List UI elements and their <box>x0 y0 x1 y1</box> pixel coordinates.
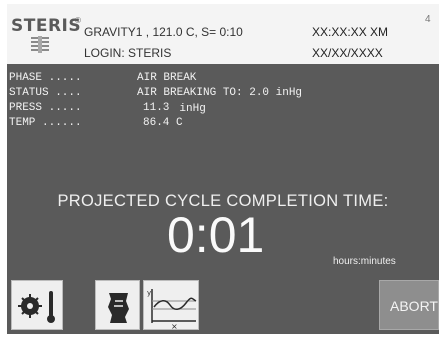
status-row: STATUS .... AIR BREAKING TO: 2.0 inHg <box>9 86 302 101</box>
phase-row: PHASE ..... AIR BREAK <box>9 71 196 86</box>
press-unit: inHg <box>179 103 206 115</box>
phase-value: AIR BREAK <box>137 72 197 84</box>
time-units: hours:minutes <box>333 256 396 267</box>
svg-text:y: y <box>147 289 151 297</box>
completion-time: 0:01 <box>167 207 265 263</box>
press-label: PRESS ..... <box>9 102 82 114</box>
brand-name: STERIS <box>11 16 82 36</box>
brand-mark: ® <box>75 16 81 25</box>
current-date: XX/XX/XXXX <box>312 46 383 60</box>
abort-label: ABORT <box>390 298 438 314</box>
cycle-info: GRAVITY1 , 121.0 C, S= 0:10 <box>84 25 243 39</box>
ghost-text <box>317 14 321 24</box>
corner-indicator: 4 <box>425 14 431 25</box>
header-bar: STERIS ® GRAVITY1 , 121.0 C, S= 0:10 LOG… <box>7 4 439 64</box>
document-button[interactable] <box>95 280 140 330</box>
phase-label: PHASE ..... <box>9 72 82 84</box>
abort-button[interactable]: ABORT <box>379 280 439 330</box>
temperature-button[interactable] <box>11 280 63 330</box>
current-time: XX:XX:XX XM <box>312 25 389 39</box>
press-value: 11.3 <box>143 102 170 114</box>
graph-button[interactable]: y × <box>143 280 199 331</box>
login-info: LOGIN: STERIS <box>84 46 172 60</box>
press-row: PRESS ..... 11.3 inHg <box>9 101 206 116</box>
temp-value: 86.4 C <box>143 117 183 129</box>
status-value: AIR BREAKING TO: 2.0 inHg <box>137 87 303 99</box>
svg-text:×: × <box>171 322 178 331</box>
sterilizer-display: STERIS ® GRAVITY1 , 121.0 C, S= 0:10 LOG… <box>7 4 439 334</box>
steris-logo: STERIS ® <box>11 16 81 60</box>
temp-label: TEMP ...... <box>9 117 82 129</box>
graph-icon: y × <box>147 289 197 331</box>
document-icon <box>108 293 129 323</box>
temperature-icon <box>18 291 55 323</box>
steris-emblem-icon <box>31 36 49 53</box>
status-label: STATUS .... <box>9 87 82 99</box>
temp-row: TEMP ...... 86.4 C <box>9 116 183 131</box>
